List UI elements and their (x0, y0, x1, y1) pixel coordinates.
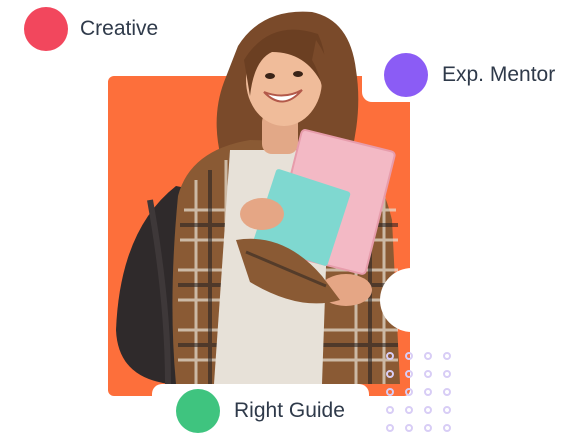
hero-illustration: Creative Exp. Mentor Right Guide (0, 0, 584, 444)
grid-dot (386, 388, 394, 396)
grid-dot (443, 406, 451, 414)
creative-label: Creative (80, 17, 159, 40)
grid-dot (386, 424, 394, 432)
grid-dot (424, 406, 432, 414)
grid-dot (405, 424, 413, 432)
grid-dot (424, 424, 432, 432)
guide-label: Right Guide (234, 399, 345, 422)
grid-dot (443, 370, 451, 378)
grid-dot (443, 352, 451, 360)
creative-dot-icon (24, 7, 68, 51)
mentor-badge: Exp. Mentor (362, 48, 576, 102)
grid-dot (405, 406, 413, 414)
grid-dot (424, 352, 432, 360)
grid-dot (405, 352, 413, 360)
grid-dot (386, 406, 394, 414)
grid-dot (386, 370, 394, 378)
grid-dot (443, 388, 451, 396)
grid-dot (405, 388, 413, 396)
decorative-dot-grid (384, 350, 462, 440)
mentor-dot-icon (384, 53, 428, 97)
grid-dot (443, 424, 451, 432)
creative-badge: Creative (20, 2, 176, 56)
grid-dot (386, 352, 394, 360)
guide-badge: Right Guide (152, 384, 369, 438)
guide-dot-icon (176, 389, 220, 433)
grid-dot (424, 388, 432, 396)
mentor-label: Exp. Mentor (442, 63, 556, 86)
grid-dot (405, 370, 413, 378)
panel-notch (380, 268, 444, 332)
grid-dot (424, 370, 432, 378)
